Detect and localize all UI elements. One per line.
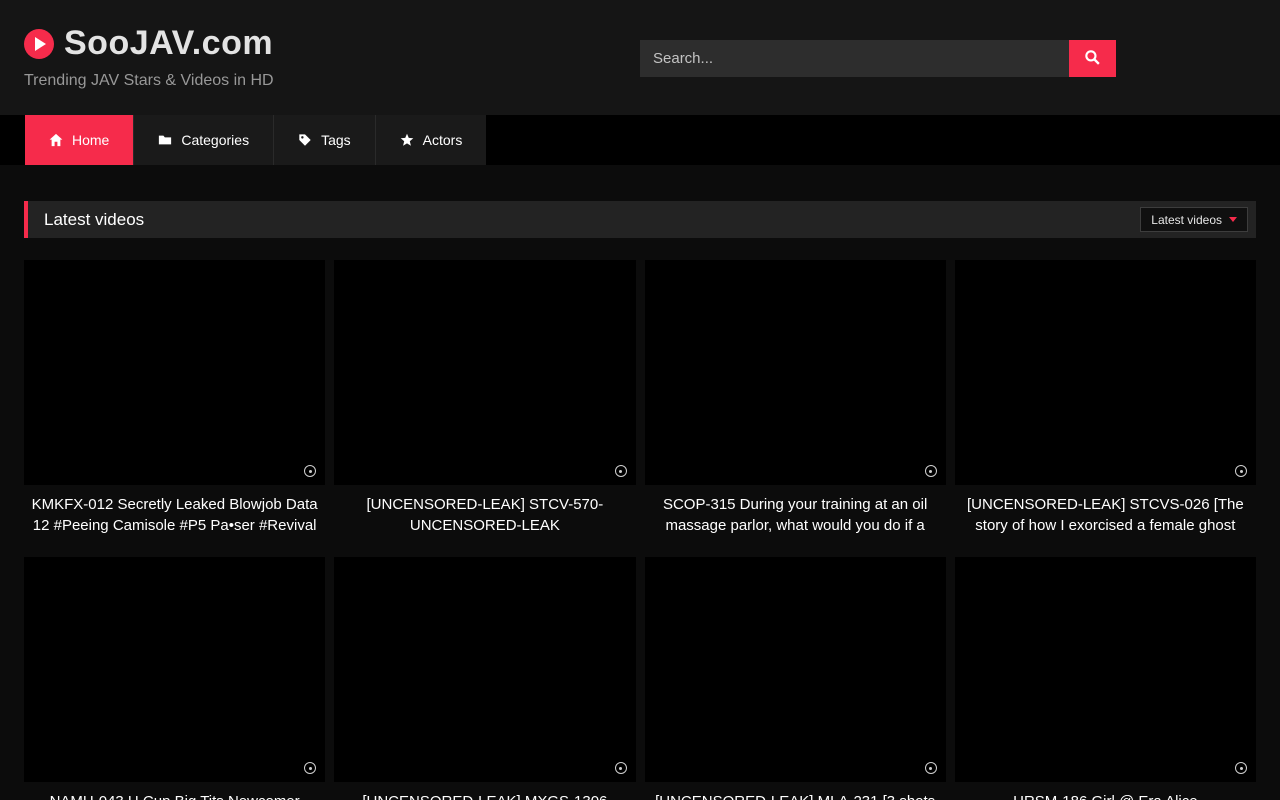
nav-item-actors[interactable]: Actors — [375, 115, 487, 165]
site-header: SooJAV.com Trending JAV Stars & Videos i… — [0, 0, 1280, 115]
logo-text: SooJAV.com — [64, 24, 273, 63]
video-card: [UNCENSORED-LEAK] MXGS-1306 Absolutely — [334, 557, 635, 800]
home-icon — [49, 133, 63, 147]
video-card: [UNCENSORED-LEAK] MLA-231 [3 shots in — [645, 557, 946, 800]
duration-icon — [1235, 762, 1247, 774]
video-title[interactable]: [UNCENSORED-LEAK] MLA-231 [3 shots in — [649, 791, 942, 800]
duration-icon — [925, 465, 937, 477]
video-title[interactable]: SCOP-315 During your training at an oil … — [649, 494, 942, 536]
section-header-latest-videos: Latest videos Latest videos — [24, 201, 1256, 238]
video-thumbnail[interactable] — [24, 260, 325, 485]
nav-label: Categories — [181, 132, 249, 148]
site-tagline: Trending JAV Stars & Videos in HD — [24, 72, 274, 90]
video-thumbnail[interactable] — [334, 260, 635, 485]
video-card: SCOP-315 During your training at an oil … — [645, 260, 946, 536]
video-card: KMKFX-012 Secretly Leaked Blowjob Data 1… — [24, 260, 325, 536]
duration-icon — [615, 762, 627, 774]
video-title[interactable]: NAMH-043 H Cup Big Tits Newcomer (170cm … — [28, 791, 321, 800]
video-grid: KMKFX-012 Secretly Leaked Blowjob Data 1… — [24, 260, 1256, 800]
nav-item-categories[interactable]: Categories — [133, 115, 273, 165]
video-title[interactable]: [UNCENSORED-LEAK] STCVS-026 [The story o… — [959, 494, 1252, 536]
folder-icon — [158, 133, 172, 147]
video-thumbnail[interactable] — [334, 557, 635, 782]
play-circle-icon — [24, 29, 54, 59]
duration-icon — [304, 465, 316, 477]
nav-label: Home — [72, 132, 109, 148]
video-title[interactable]: [UNCENSORED-LEAK] MXGS-1306 Absolutely — [338, 791, 631, 800]
video-thumbnail[interactable] — [24, 557, 325, 782]
duration-icon — [615, 465, 627, 477]
duration-icon — [304, 762, 316, 774]
search-button[interactable] — [1069, 40, 1116, 77]
site-logo[interactable]: SooJAV.com — [24, 24, 273, 63]
video-thumbnail[interactable] — [645, 557, 946, 782]
duration-icon — [1235, 465, 1247, 477]
nav-label: Tags — [321, 132, 351, 148]
search-input[interactable] — [640, 40, 1069, 77]
sort-selected-label: Latest videos — [1151, 213, 1222, 227]
video-thumbnail[interactable] — [955, 260, 1256, 485]
video-title[interactable]: [UNCENSORED-LEAK] STCV-570-UNCENSORED-LE… — [338, 494, 631, 536]
star-icon — [400, 133, 414, 147]
video-thumbnail[interactable] — [645, 260, 946, 485]
video-title[interactable]: KMKFX-012 Secretly Leaked Blowjob Data 1… — [28, 494, 321, 536]
video-card: NAMH-043 H Cup Big Tits Newcomer (170cm … — [24, 557, 325, 800]
nav-label: Actors — [423, 132, 463, 148]
search-bar — [640, 40, 1116, 77]
video-card: [UNCENSORED-LEAK] STCVS-026 [The story o… — [955, 260, 1256, 536]
video-card: HRSM-186 Girl @ Era Alice — [955, 557, 1256, 800]
video-thumbnail[interactable] — [955, 557, 1256, 782]
sort-dropdown[interactable]: Latest videos — [1140, 207, 1248, 232]
nav-item-home[interactable]: Home — [25, 115, 133, 165]
magnifier-icon — [1084, 49, 1101, 69]
main-nav: Home Categories Tags Actors — [0, 115, 1280, 165]
section-title: Latest videos — [44, 210, 144, 230]
video-title[interactable]: HRSM-186 Girl @ Era Alice — [959, 791, 1252, 800]
video-card: [UNCENSORED-LEAK] STCV-570-UNCENSORED-LE… — [334, 260, 635, 536]
tag-icon — [298, 133, 312, 147]
duration-icon — [925, 762, 937, 774]
caret-down-icon — [1229, 217, 1237, 222]
nav-item-tags[interactable]: Tags — [273, 115, 375, 165]
